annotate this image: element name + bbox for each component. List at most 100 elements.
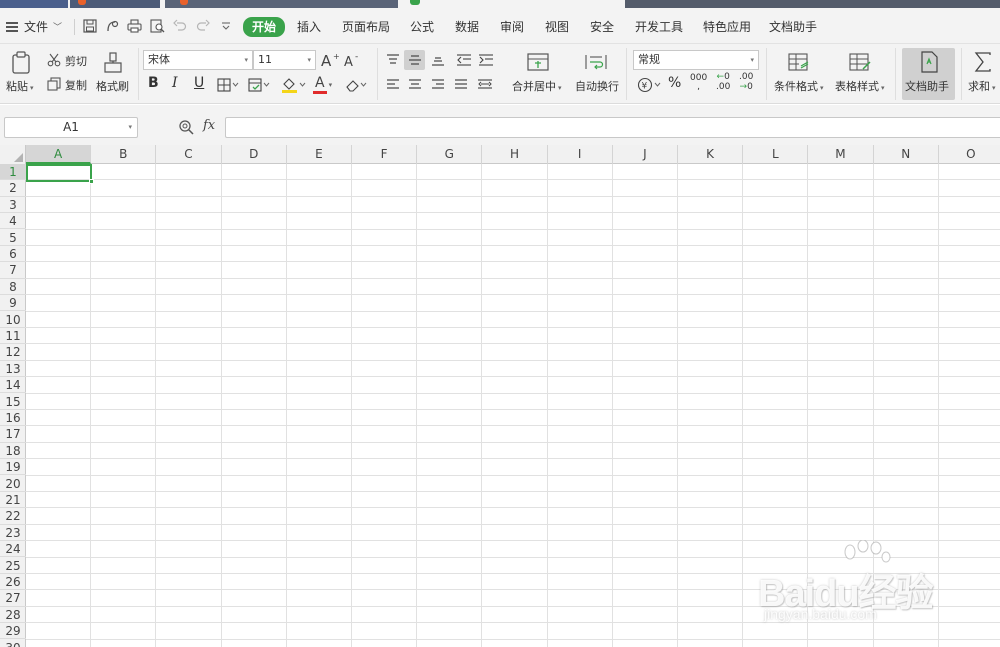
font-size-select[interactable]: 11 ▾ xyxy=(253,50,316,70)
cut-button[interactable]: 剪切 xyxy=(65,53,87,69)
row-header-30[interactable]: 30 xyxy=(0,640,26,647)
sum-button[interactable]: 求和 ▾ xyxy=(968,78,996,94)
row-header-27[interactable]: 27 xyxy=(0,590,26,607)
tab-review[interactable]: 审阅 xyxy=(500,18,524,36)
column-header-c[interactable]: C xyxy=(156,145,222,164)
row-header-7[interactable]: 7 xyxy=(0,262,26,279)
spreadsheet-grid[interactable]: ABCDEFGHIJKLMNO 1 2 3 4 5 6 7 8 9 10 11 12 13 14 15 16 1… xyxy=(0,145,1000,647)
tab-doc-assistant[interactable]: 文档助手 xyxy=(769,18,817,36)
row-header-12[interactable]: 12 xyxy=(0,344,26,361)
row-header-6[interactable]: 6 xyxy=(0,246,26,263)
row-header-19[interactable]: 19 xyxy=(0,459,26,476)
wrap-text-icon[interactable] xyxy=(583,50,609,74)
undo-icon[interactable] xyxy=(172,18,188,34)
align-right-icon[interactable] xyxy=(428,76,448,94)
format-painter-icon[interactable] xyxy=(101,50,125,76)
zoom-find-icon[interactable] xyxy=(177,118,195,136)
column-header-m[interactable]: M xyxy=(808,145,874,164)
number-format-select[interactable]: 常规 ▾ xyxy=(633,50,759,70)
tab-insert[interactable]: 插入 xyxy=(297,18,321,36)
table-style-icon[interactable] xyxy=(847,50,873,74)
increase-decimal-button[interactable]: ←0.00 xyxy=(716,72,730,92)
align-center-icon[interactable] xyxy=(405,76,425,94)
row-header-25[interactable]: 25 xyxy=(0,558,26,574)
decrease-font-icon[interactable]: A- xyxy=(344,50,362,70)
font-color-button[interactable]: A ▾ xyxy=(313,75,332,94)
paste-button[interactable]: 粘贴 ▾ xyxy=(6,78,34,94)
column-header-f[interactable]: F xyxy=(352,145,418,164)
row-header-18[interactable]: 18 xyxy=(0,443,26,460)
row-header-2[interactable]: 2 xyxy=(0,180,26,197)
row-header-4[interactable]: 4 xyxy=(0,213,26,230)
column-header-e[interactable]: E xyxy=(287,145,352,164)
window-tab[interactable] xyxy=(165,0,398,8)
tab-view[interactable]: 视图 xyxy=(545,18,569,36)
tab-formulas[interactable]: 公式 xyxy=(410,18,434,36)
window-tab-active[interactable] xyxy=(398,0,625,8)
window-tab[interactable] xyxy=(0,0,68,8)
row-header-5[interactable]: 5 xyxy=(0,230,26,246)
format-painter-button[interactable]: 格式刷 xyxy=(96,78,129,94)
cell-area[interactable] xyxy=(26,164,1000,647)
doc-assistant-icon[interactable] xyxy=(916,50,942,74)
fill-handle[interactable] xyxy=(89,179,94,184)
doc-assistant-button[interactable]: 文档助手 xyxy=(905,78,949,94)
increase-font-icon[interactable]: A + xyxy=(321,50,339,70)
name-box[interactable]: A1 ▾ xyxy=(4,117,138,138)
row-header-26[interactable]: 26 xyxy=(0,574,26,591)
column-header-o[interactable]: O xyxy=(939,145,1000,164)
print-icon[interactable] xyxy=(126,18,142,34)
column-header-k[interactable]: K xyxy=(678,145,744,164)
formula-input[interactable] xyxy=(225,117,1000,138)
merge-center-icon[interactable] xyxy=(525,50,551,74)
align-left-icon[interactable] xyxy=(383,76,403,94)
select-all-corner[interactable] xyxy=(0,145,26,164)
row-header-14[interactable]: 14 xyxy=(0,377,26,394)
align-middle-icon[interactable] xyxy=(405,51,425,69)
function-button[interactable]: fx xyxy=(203,118,215,133)
tab-special-apps[interactable]: 特色应用 xyxy=(703,18,751,36)
align-top-icon[interactable] xyxy=(383,51,403,69)
redo-icon[interactable] xyxy=(195,18,211,34)
row-header-3[interactable]: 3 xyxy=(0,197,26,214)
row-header-15[interactable]: 15 xyxy=(0,394,26,410)
tab-security[interactable]: 安全 xyxy=(590,18,614,36)
row-header-10[interactable]: 10 xyxy=(0,312,26,328)
export-pdf-icon[interactable] xyxy=(104,18,120,34)
increase-indent-icon[interactable] xyxy=(476,51,496,69)
bold-button[interactable]: B xyxy=(148,75,159,91)
currency-icon[interactable]: ¥ xyxy=(636,76,664,94)
table-style-button[interactable]: 表格样式 ▾ xyxy=(835,78,885,94)
underline-button[interactable]: U xyxy=(194,75,204,91)
border-icon[interactable] xyxy=(216,76,240,94)
distributed-align-icon[interactable] xyxy=(474,76,496,94)
tab-home[interactable]: 开始 xyxy=(243,17,286,37)
row-header-21[interactable]: 21 xyxy=(0,492,26,509)
active-cell-cursor[interactable] xyxy=(26,164,94,184)
conditional-format-icon[interactable] xyxy=(786,50,812,74)
print-preview-icon[interactable] xyxy=(149,18,165,34)
row-header-24[interactable]: 24 xyxy=(0,541,26,558)
eraser-icon[interactable] xyxy=(344,76,370,94)
column-header-i[interactable]: I xyxy=(548,145,613,164)
row-header-13[interactable]: 13 xyxy=(0,361,26,378)
column-header-b[interactable]: B xyxy=(91,145,157,164)
wrap-text-button[interactable]: 自动换行 xyxy=(575,78,619,94)
merge-center-button[interactable]: 合并居中 ▾ xyxy=(512,78,562,94)
row-header-1[interactable]: 1 xyxy=(0,164,26,181)
row-header-23[interactable]: 23 xyxy=(0,525,26,542)
thousands-separator-button[interactable]: 000, xyxy=(690,74,707,92)
row-header-9[interactable]: 9 xyxy=(0,295,26,312)
row-header-22[interactable]: 22 xyxy=(0,508,26,525)
window-tab[interactable] xyxy=(70,0,160,8)
font-name-select[interactable]: 宋体 ▾ xyxy=(143,50,253,70)
paste-icon[interactable] xyxy=(9,50,35,76)
column-header-h[interactable]: H xyxy=(482,145,548,164)
column-header-d[interactable]: D xyxy=(222,145,287,164)
column-header-g[interactable]: G xyxy=(417,145,483,164)
italic-button[interactable]: I xyxy=(172,75,178,91)
column-header-n[interactable]: N xyxy=(874,145,939,164)
tab-page-layout[interactable]: 页面布局 xyxy=(342,18,390,36)
customize-toolbar-icon[interactable] xyxy=(218,18,234,34)
copy-button[interactable]: 复制 xyxy=(65,77,87,93)
